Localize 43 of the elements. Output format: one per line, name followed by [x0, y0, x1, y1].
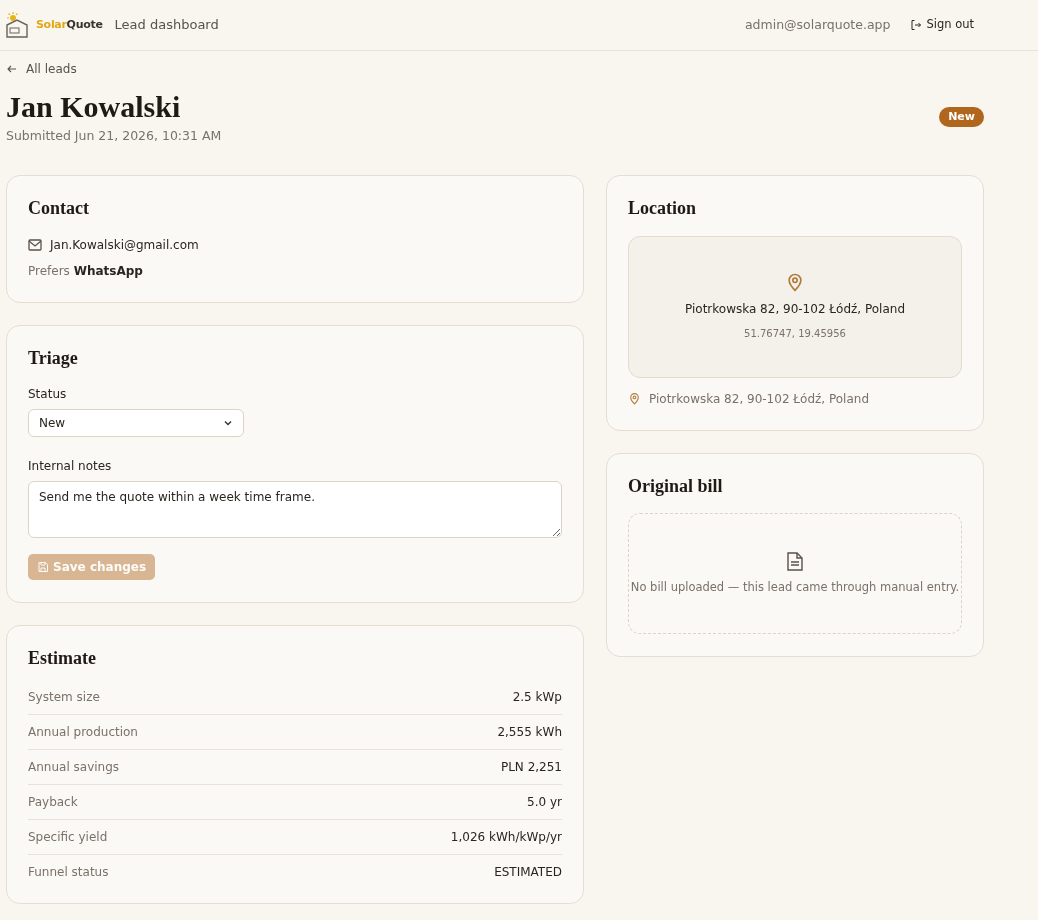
estimate-label: Specific yield: [28, 829, 108, 847]
estimate-value: PLN 2,251: [500, 759, 562, 777]
map-address: Piotrkowska 82, 90-102 Łódź, Poland: [685, 301, 905, 319]
mail-icon: [28, 238, 42, 251]
empty-message: No bill uploaded — this lead came through manual entry.: [630, 578, 960, 596]
estimate-label: Annual production: [28, 724, 138, 742]
status-badge: New: [939, 106, 984, 128]
back-link[interactable]: All leads: [6, 60, 77, 78]
map-pin-icon: [785, 272, 805, 293]
estimate-value: 2,555 kWh: [497, 724, 562, 742]
estimate-value: 2.5 kWp: [512, 689, 562, 707]
field-label: Internal notes: [28, 458, 113, 476]
save-icon: [37, 561, 49, 574]
card-title: Triage: [28, 347, 79, 370]
sign-out-icon: [910, 19, 923, 31]
page-title: Lead dashboard: [114, 16, 219, 35]
brand-name[interactable]: SolarQuote: [36, 16, 103, 34]
map-pin-icon: [628, 392, 641, 406]
card-title: Contact: [28, 198, 90, 220]
estimate-label: Annual savings: [28, 759, 120, 777]
document-icon: [787, 551, 803, 571]
contact-preference: Prefers WhatsApp: [28, 262, 144, 280]
card-title: Original bill: [628, 475, 724, 498]
card-title: Estimate: [28, 648, 97, 671]
lead-name: Jan Kowalski: [6, 88, 182, 125]
estimate-value: 1,026 kWh/kWp/yr: [450, 829, 562, 847]
back-arrow-icon: [6, 63, 18, 75]
status-select[interactable]: New: [28, 409, 244, 438]
field-label: Status: [28, 386, 68, 404]
contact-email: Jan.Kowalski@gmail.com: [50, 236, 199, 254]
coordinates: 51.76747, 19.45956: [744, 327, 846, 342]
estimate-label: System size: [28, 689, 100, 707]
notes-field[interactable]: Send me the quote within a week time frame.: [28, 481, 562, 539]
estimate-label: Payback: [28, 794, 78, 812]
estimate-value: 5.0 yr: [527, 794, 562, 812]
logo-icon: [6, 12, 28, 38]
address: Piotrkowska 82, 90-102 Łódź, Poland: [649, 390, 870, 408]
estimate-label: Funnel status: [28, 864, 109, 882]
sign-out-link[interactable]: Sign out: [910, 16, 974, 34]
submitted-date: Submitted Jun 21, 2026, 10:31 AM: [6, 126, 222, 145]
card-title: Location: [628, 198, 697, 220]
estimate-value: ESTIMATED: [494, 864, 562, 882]
user-email: admin@solarquote.app: [744, 15, 891, 34]
